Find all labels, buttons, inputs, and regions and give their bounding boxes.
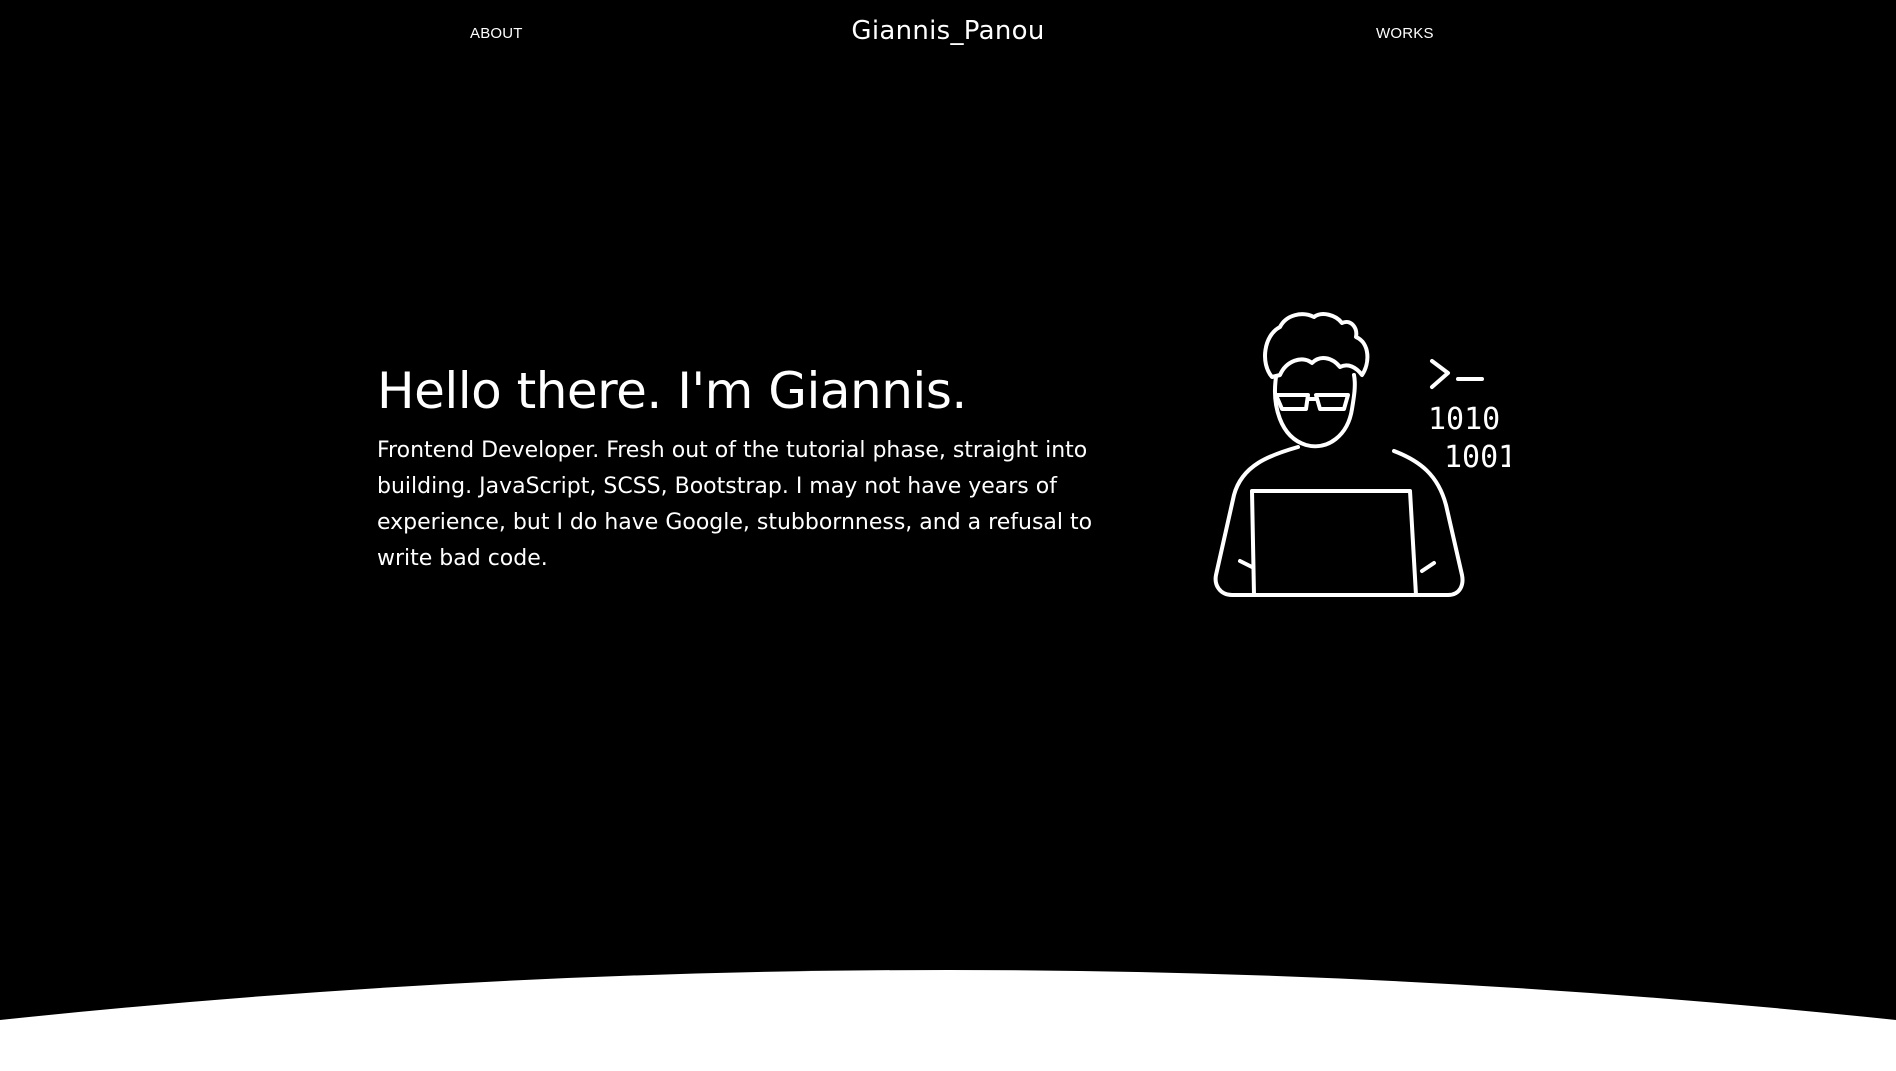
top-navigation: ABOUT Giannis_Panou WORKS bbox=[0, 0, 1896, 70]
bottom-curve-divider bbox=[0, 970, 1896, 1071]
brand-logo-text[interactable]: Giannis_Panou bbox=[0, 16, 1896, 46]
hero-title: Hello there. I'm Giannis. bbox=[377, 362, 967, 420]
nav-works-link[interactable]: WORKS bbox=[1376, 25, 1434, 42]
binary-text-2: 1001 bbox=[1444, 440, 1510, 475]
binary-text-1: 1010 bbox=[1428, 402, 1500, 437]
hero-section: Hello there. I'm Giannis. Frontend Devel… bbox=[377, 355, 1157, 577]
developer-at-laptop-icon: 1010 1001 bbox=[1213, 312, 1510, 597]
hero-description: Frontend Developer. Fresh out of the tut… bbox=[377, 438, 1093, 571]
page: ABOUT Giannis_Panou WORKS Hello there. I… bbox=[0, 0, 1896, 1071]
